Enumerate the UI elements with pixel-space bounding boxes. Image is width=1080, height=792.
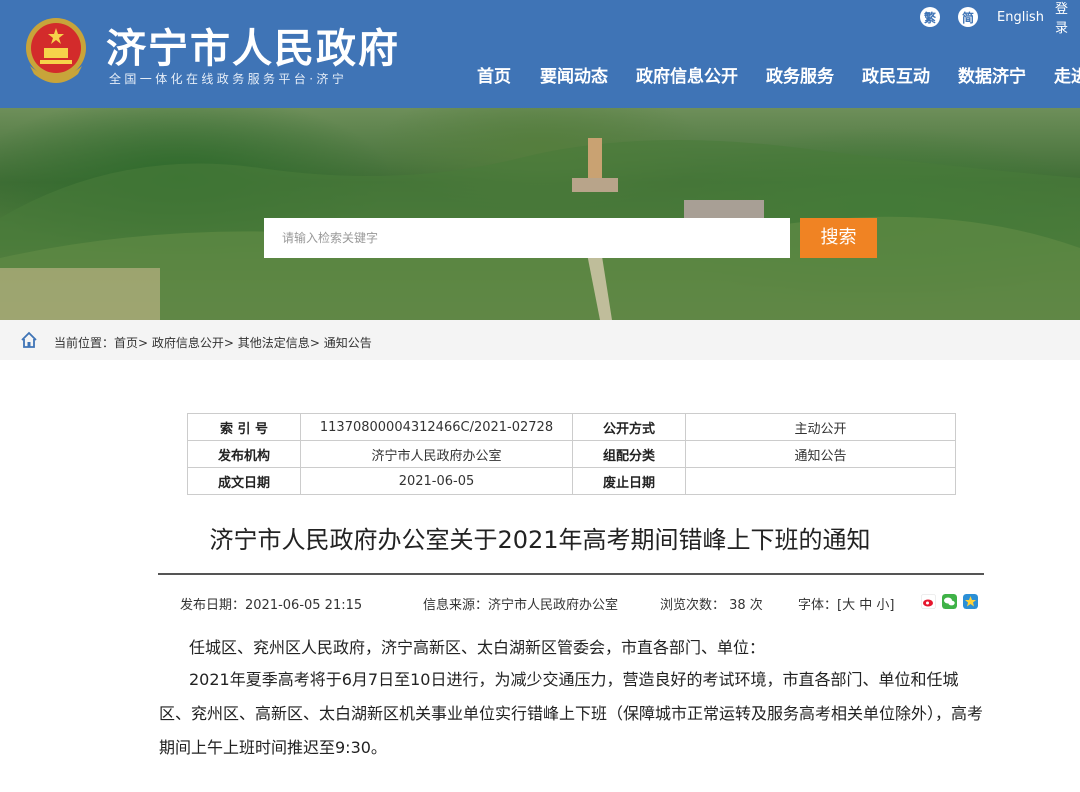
- national-emblem-icon[interactable]: [22, 14, 90, 86]
- view-count: 浏览次数： 38 次: [660, 598, 763, 613]
- open-label: 公开方式: [572, 413, 686, 441]
- info-source: 信息来源：济宁市人民政府办公室: [423, 598, 619, 613]
- expire-value: [685, 467, 956, 495]
- index-label: 索 引 号: [187, 413, 301, 441]
- nav-news[interactable]: 要闻动态: [540, 62, 608, 87]
- site-title[interactable]: 济宁市人民政府: [106, 16, 400, 74]
- nav-data[interactable]: 数据济宁: [958, 62, 1026, 87]
- lang-english-link[interactable]: English: [997, 6, 1044, 28]
- category-value: 通知公告: [685, 440, 956, 468]
- breadcrumb-notice[interactable]: 通知公告: [324, 336, 372, 350]
- publisher-label: 发布机构: [187, 440, 301, 468]
- breadcrumb-label: 当前位置：: [54, 336, 115, 350]
- breadcrumb-legal-info[interactable]: 其他法定信息: [238, 336, 310, 350]
- nav-about[interactable]: 走进济宁: [1054, 62, 1080, 87]
- index-value: 11370800004312466C/2021-02728: [300, 413, 573, 441]
- title-divider: [158, 573, 984, 575]
- article-title: 济宁市人民政府办公室关于2021年高考期间错峰上下班的通知: [209, 526, 871, 554]
- nav-interaction[interactable]: 政民互动: [862, 62, 930, 87]
- site-subtitle: 全国一体化在线政务服务平台·济宁: [109, 72, 348, 86]
- breadcrumb-gov-info[interactable]: 政府信息公开: [152, 336, 224, 350]
- lang-traditional-button[interactable]: 繁: [920, 6, 940, 28]
- article-salutation: 任城区、兖州区人民政府，济宁高新区、太白湖新区管委会，市直各部门、单位：: [189, 638, 766, 657]
- lang-simplified-button[interactable]: 简: [958, 6, 978, 28]
- search-button[interactable]: 搜索: [800, 218, 877, 258]
- table-row: 成文日期 2021-06-05 废止日期: [187, 467, 956, 495]
- search-input[interactable]: 请输入检索关键字: [264, 218, 790, 258]
- wechat-share-icon[interactable]: [942, 594, 957, 609]
- document-info-table: 索 引 号 11370800004312466C/2021-02728 公开方式…: [187, 413, 956, 495]
- date-label: 成文日期: [187, 467, 301, 495]
- article-body: 2021年夏季高考将于6月7日至10日进行，为减少交通压力，营造良好的考试环境，…: [159, 670, 984, 757]
- home-icon[interactable]: [20, 331, 38, 349]
- category-label: 组配分类: [572, 440, 686, 468]
- open-value: 主动公开: [685, 413, 956, 441]
- site-header: 济宁市人民政府 全国一体化在线政务服务平台·济宁 繁 简 English 登录 …: [0, 0, 1080, 108]
- nav-gov-info[interactable]: 政府信息公开: [636, 62, 738, 87]
- publisher-value: 济宁市人民政府办公室: [300, 440, 573, 468]
- table-row: 索 引 号 11370800004312466C/2021-02728 公开方式…: [187, 413, 956, 441]
- date-value: 2021-06-05: [300, 467, 573, 495]
- nav-services[interactable]: 政务服务: [766, 62, 834, 87]
- breadcrumb: 当前位置：首页> 政府信息公开> 其他法定信息> 通知公告: [0, 320, 1080, 360]
- login-link[interactable]: 登录: [1055, 2, 1080, 36]
- banner-scenery: [0, 138, 1080, 320]
- nav-home[interactable]: 首页: [477, 62, 511, 87]
- breadcrumb-trail: 当前位置：首页> 政府信息公开> 其他法定信息> 通知公告: [54, 336, 372, 350]
- breadcrumb-home[interactable]: 首页: [114, 336, 138, 350]
- banner-landscape-image: [0, 108, 1080, 320]
- qzone-share-icon[interactable]: [963, 594, 978, 609]
- publish-date: 发布日期：2021-06-05 21:15: [180, 598, 363, 613]
- expire-label: 废止日期: [572, 467, 686, 495]
- weibo-share-icon[interactable]: [921, 594, 936, 609]
- table-row: 发布机构 济宁市人民政府办公室 组配分类 通知公告: [187, 440, 956, 468]
- font-size-selector[interactable]: 字体：[大 中 小]: [798, 594, 894, 613]
